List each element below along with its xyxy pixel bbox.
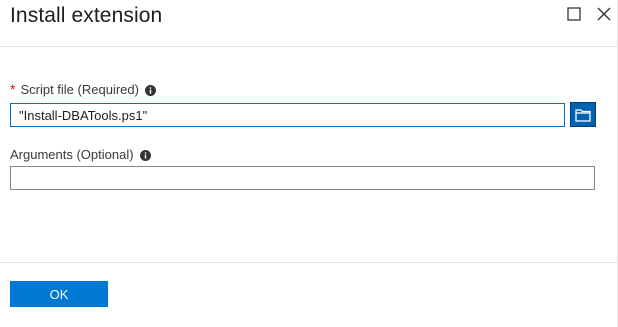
header-divider — [0, 46, 618, 47]
required-marker: * — [10, 81, 16, 97]
ok-button[interactable]: OK — [10, 281, 108, 307]
maximize-button[interactable] — [566, 6, 582, 22]
script-file-input[interactable] — [10, 103, 565, 127]
info-icon[interactable] — [144, 84, 156, 96]
folder-icon — [575, 108, 591, 122]
browse-script-button[interactable] — [570, 102, 596, 127]
script-file-label-text: Script file (Required) — [20, 81, 139, 97]
footer-divider — [0, 262, 618, 263]
arguments-label-text: Arguments (Optional) — [10, 147, 134, 162]
close-icon — [597, 7, 611, 21]
arguments-input[interactable] — [10, 166, 595, 190]
arguments-label: Arguments (Optional) — [10, 147, 151, 162]
install-extension-blade: Install extension * Script file (Require… — [0, 0, 618, 327]
info-icon[interactable] — [139, 149, 151, 161]
maximize-icon — [567, 7, 581, 21]
blade-title: Install extension — [10, 4, 163, 27]
close-button[interactable] — [596, 6, 612, 22]
script-file-label: * Script file (Required) — [10, 81, 156, 97]
